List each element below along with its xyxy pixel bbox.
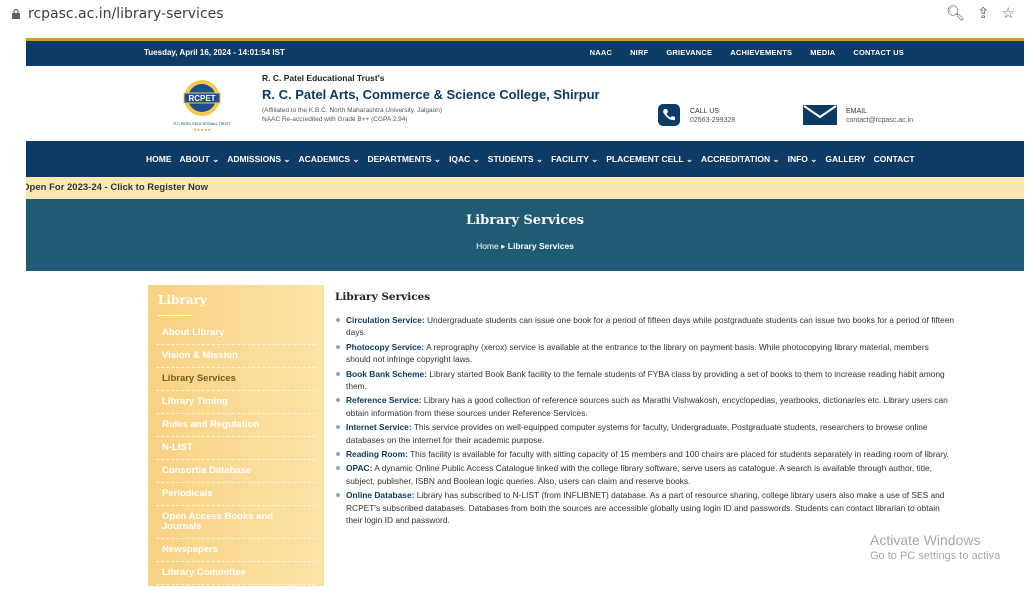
nav-contact[interactable]: CONTACT [874, 154, 915, 164]
mail-icon [802, 104, 838, 126]
sidebar-title-underline [158, 315, 192, 316]
service-item: Reading Room: This facility is available… [335, 448, 955, 460]
service-item: Book Bank Scheme: Library started Book B… [335, 368, 955, 393]
browser-address-bar[interactable]: rcpasc.ac.in/library-services 🔍︎ ⇪ ☆ [0, 0, 1029, 28]
nav-students[interactable]: STUDENTS ⌄ [488, 154, 543, 165]
breadcrumb: Home ▸ Library Services [26, 241, 1024, 252]
content-title: Library Services [335, 291, 431, 303]
breadcrumb-home[interactable]: Home [476, 241, 499, 251]
sidebar-item-open-access[interactable]: Open Access Books and Journals [156, 506, 316, 539]
sidebar-item-n-list[interactable]: N-LIST [156, 437, 316, 460]
admission-marquee[interactable]: sion Open For 2023-24 - Click to Registe… [26, 177, 1024, 199]
sidebar-item-vision-mission[interactable]: Vision & Mission [156, 345, 316, 368]
email-block[interactable]: EMAIL contact@rcpasc.ac.in [802, 104, 913, 126]
sidebar-item-library-timing[interactable]: Library Timing [156, 391, 316, 414]
zoom-icon[interactable]: 🔍︎ [946, 4, 965, 22]
marquee-text[interactable]: sion Open For 2023-24 - Click to Registe… [26, 182, 208, 193]
college-logo[interactable]: RCPET R.C.PATEL EDUCATIONAL TRUST ★★★★★ [170, 78, 234, 134]
svg-text:R.C.PATEL EDUCATIONAL TRUST: R.C.PATEL EDUCATIONAL TRUST [174, 122, 232, 126]
sidebar-title: Library [158, 293, 207, 307]
top-link-media[interactable]: MEDIA [810, 48, 835, 57]
phone-icon [656, 104, 682, 126]
nav-placement-cell[interactable]: PLACEMENT CELL ⌄ [606, 154, 693, 165]
top-bar: Tuesday, April 16, 2024 - 14:01:54 IST N… [26, 38, 1024, 66]
page-title: Library Services [466, 213, 584, 228]
nav-info[interactable]: INFO ⌄ [788, 154, 818, 165]
top-link-nirf[interactable]: NIRF [630, 48, 648, 57]
sidebar-item-newspapers[interactable]: Newspapers [156, 539, 316, 562]
affiliation-info: (Affiliated to the K.B.C. North Maharash… [262, 107, 443, 123]
nav-gallery[interactable]: GALLERY [825, 154, 865, 164]
sidebar-item-library-committee[interactable]: Library Committee [156, 562, 316, 585]
page-banner: Library Services Home ▸ Library Services [26, 199, 1024, 271]
url-text[interactable]: rcpasc.ac.in/library-services [28, 6, 224, 22]
service-item: Online Database: Library has subscribed … [335, 489, 955, 526]
top-link-naac[interactable]: NAAC [590, 48, 612, 57]
sidebar-item-consortia-database[interactable]: Consortia Database [156, 460, 316, 483]
viewport: rcpasc.ac.in/library-services 🔍︎ ⇪ ☆ Tue… [0, 0, 1029, 590]
top-link-contact-us[interactable]: CONTACT US [853, 48, 904, 57]
breadcrumb-separator-icon: ▸ [501, 241, 506, 251]
service-item: Circulation Service: Undergraduate stude… [335, 314, 955, 339]
sidebar-item-about-library[interactable]: About Library [156, 322, 316, 345]
college-name[interactable]: R. C. Patel Arts, Commerce & Science Col… [262, 87, 600, 102]
service-item: Photocopy Service: A reprography (xerox)… [335, 341, 955, 366]
svg-text:★★★★★: ★★★★★ [193, 127, 211, 132]
bookmark-star-icon[interactable]: ☆ [1002, 4, 1015, 22]
nav-facility[interactable]: FACILITY ⌄ [551, 154, 598, 165]
nav-about[interactable]: ABOUT ⌄ [180, 154, 220, 165]
library-sidebar: Library About Library Vision & Mission L… [148, 285, 324, 586]
service-item: Reference Service: Library has a good co… [335, 394, 955, 419]
current-date: Tuesday, April 16, 2024 - 14:01:54 IST [144, 48, 285, 57]
nav-iqac[interactable]: IQAC ⌄ [449, 154, 480, 165]
top-link-achievements[interactable]: ACHIEVEMENTS [730, 48, 792, 57]
nav-academics[interactable]: ACADEMICS ⌄ [299, 154, 360, 165]
nav-accreditation[interactable]: ACCREDITATION ⌄ [701, 154, 780, 165]
lock-icon [12, 9, 20, 19]
nav-admissions[interactable]: ADMISSIONS ⌄ [227, 154, 290, 165]
share-icon[interactable]: ⇪ [977, 4, 990, 22]
breadcrumb-current: Library Services [507, 241, 574, 251]
activate-windows-watermark: Activate Windows Go to PC settings to ac… [870, 532, 1001, 562]
web-page: Tuesday, April 16, 2024 - 14:01:54 IST N… [26, 38, 1024, 586]
svg-text:RCPET: RCPET [188, 94, 215, 103]
site-header: RCPET R.C.PATEL EDUCATIONAL TRUST ★★★★★ … [26, 66, 1024, 141]
sidebar-item-periodicals[interactable]: Periodicals [156, 483, 316, 506]
call-us-block[interactable]: CALL US 02563-299328 [656, 104, 735, 126]
trust-name: R. C. Patel Educational Trust's [262, 73, 385, 83]
library-services-content: Library Services Circulation Service: Un… [335, 285, 955, 529]
service-item: Internet Service: This service provides … [335, 421, 955, 446]
sidebar-item-rules-regulation[interactable]: Rules and Regulation [156, 414, 316, 437]
main-navigation: HOME ABOUT ⌄ ADMISSIONS ⌄ ACADEMICS ⌄ DE… [26, 141, 1024, 177]
nav-departments[interactable]: DEPARTMENTS ⌄ [368, 154, 442, 165]
top-link-grievance[interactable]: GRIEVANCE [666, 48, 712, 57]
nav-home[interactable]: HOME [146, 154, 172, 164]
top-links: NAAC NIRF GRIEVANCE ACHIEVEMENTS MEDIA C… [590, 48, 904, 57]
sidebar-item-library-services[interactable]: Library Services [156, 368, 316, 391]
service-item: OPAC: A dynamic Online Public Access Cat… [335, 462, 955, 487]
